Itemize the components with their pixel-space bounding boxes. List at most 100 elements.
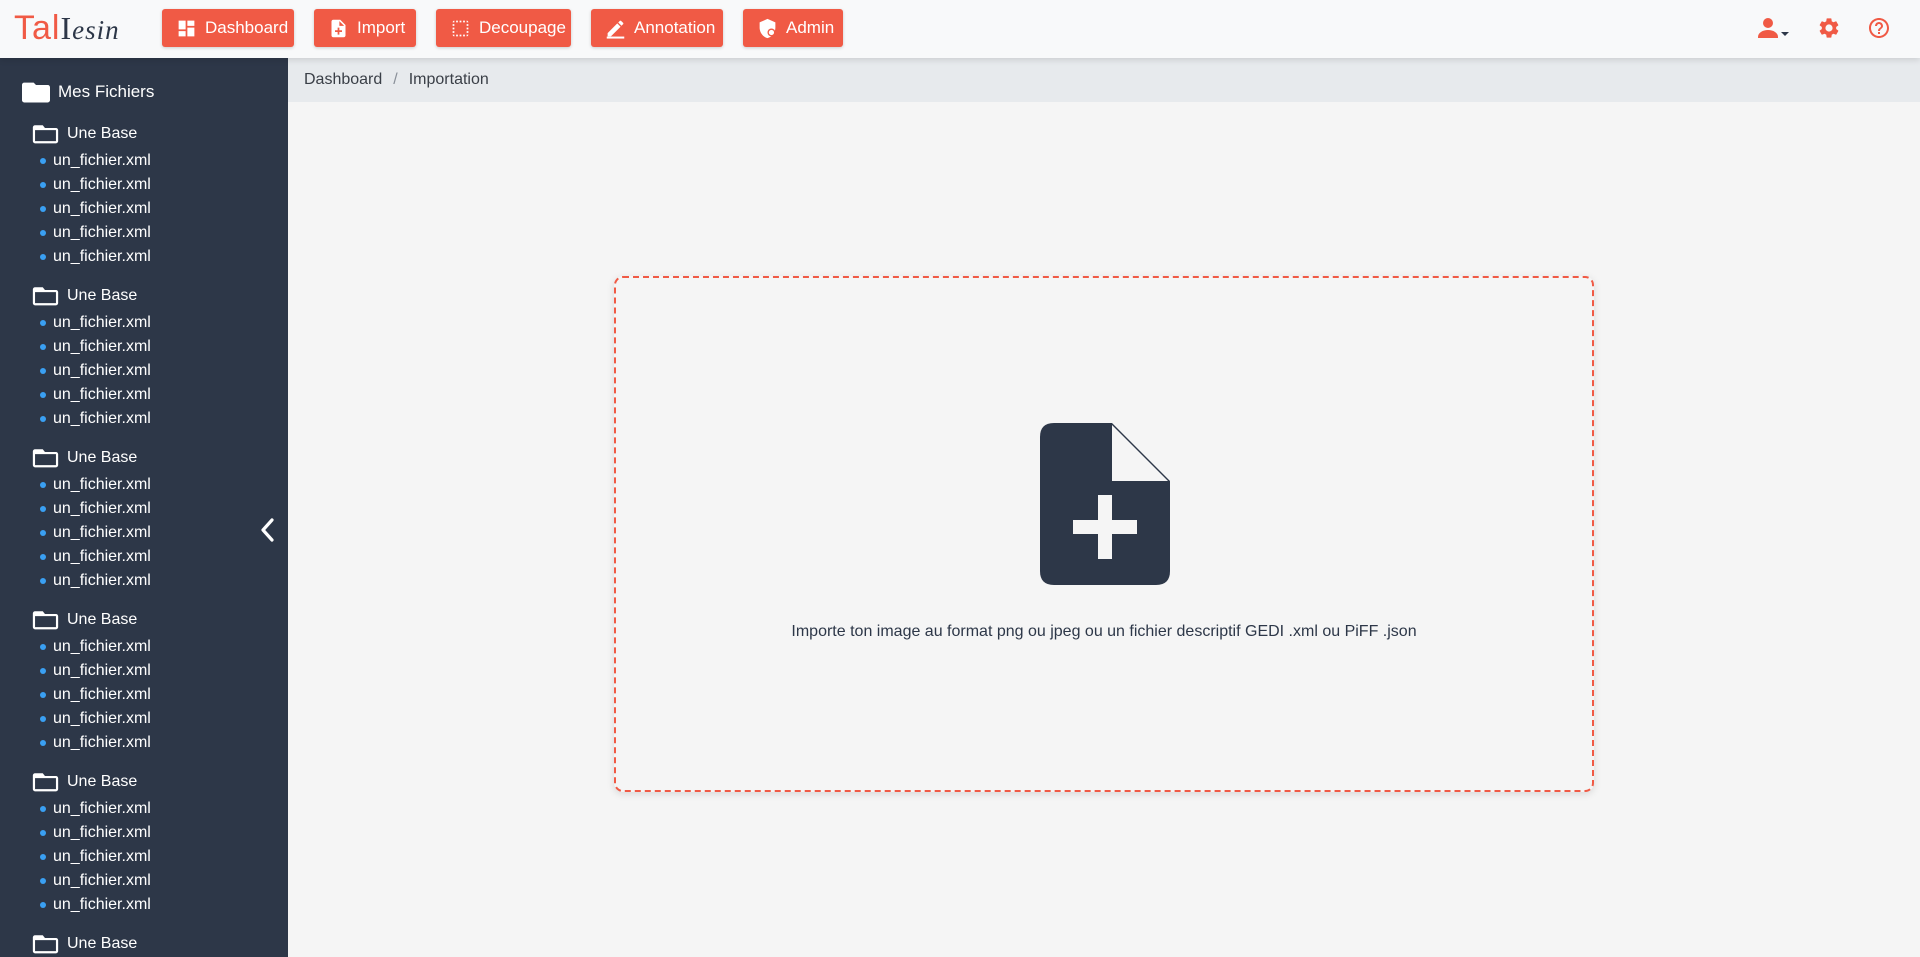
sidebar-file-item[interactable]: un_fichier.xml: [40, 709, 151, 729]
sidebar-root-mes-fichiers[interactable]: Mes Fichiers: [22, 78, 154, 106]
sidebar-folder[interactable]: Une Base: [32, 121, 137, 147]
admin-shield-icon: [759, 18, 776, 38]
sidebar-file-item[interactable]: un_fichier.xml: [40, 799, 151, 819]
sidebar-file-item[interactable]: un_fichier.xml: [40, 637, 151, 657]
logo-text-part2: Iesin: [60, 10, 120, 46]
sidebar-file-item[interactable]: un_fichier.xml: [40, 337, 151, 357]
sidebar-file-item[interactable]: un_fichier.xml: [40, 571, 151, 591]
sidebar-file-item[interactable]: un_fichier.xml: [40, 175, 151, 195]
sidebar-file-label: un_fichier.xml: [53, 176, 151, 193]
sidebar-folder-label: Une Base: [67, 773, 138, 790]
nav-decoupage-button[interactable]: Decoupage: [436, 9, 571, 47]
sidebar-file-item[interactable]: un_fichier.xml: [40, 247, 151, 267]
logo-text-part1: Tal: [14, 9, 61, 47]
folder-filled-icon: [22, 82, 50, 103]
sidebar-collapse-button[interactable]: [254, 514, 280, 546]
sidebar-file-label: un_fichier.xml: [53, 410, 151, 427]
file-bullet: [40, 392, 46, 398]
sidebar-file-label: un_fichier.xml: [53, 338, 151, 355]
sidebar-file-item[interactable]: un_fichier.xml: [40, 385, 151, 405]
file-bullet: [40, 716, 46, 722]
sidebar-file-item[interactable]: un_fichier.xml: [40, 547, 151, 567]
breadcrumb-separator: /: [393, 71, 398, 88]
nav-admin-button[interactable]: Admin: [743, 9, 843, 47]
crop-select-icon: [452, 20, 469, 36]
top-navbar: Tal Iesin Dashboard Import Decoupage Anno…: [0, 0, 1920, 58]
user-menu-button[interactable]: [1754, 13, 1792, 43]
file-bullet: [40, 230, 46, 236]
settings-button[interactable]: [1814, 13, 1844, 43]
folder-outline-icon: [32, 287, 59, 306]
file-bullet: [40, 902, 46, 908]
gear-icon: [1819, 18, 1839, 38]
file-sidebar: Mes Fichiers Une Base un_fichier.xml un_…: [0, 58, 288, 957]
breadcrumb-item-dashboard[interactable]: Dashboard: [304, 71, 382, 89]
chevron-left-icon: [261, 518, 274, 542]
sidebar-folder[interactable]: Une Base: [32, 769, 137, 795]
sidebar-file-label: un_fichier.xml: [53, 662, 151, 679]
nav-import-label: Import: [357, 18, 406, 37]
nav-dashboard-label: Dashboard: [205, 18, 289, 37]
file-bullet: [40, 206, 46, 212]
pencil-icon: [606, 20, 625, 39]
nav-decoupage-label: Decoupage: [479, 18, 566, 37]
sidebar-file-label: un_fichier.xml: [53, 710, 151, 727]
file-bullet: [40, 554, 46, 560]
sidebar-file-item[interactable]: un_fichier.xml: [40, 895, 151, 915]
file-bullet: [40, 416, 46, 422]
sidebar-file-label: un_fichier.xml: [53, 572, 151, 589]
nav-dashboard-button[interactable]: Dashboard: [162, 9, 294, 47]
file-plus-icon: [331, 19, 346, 37]
sidebar-file-item[interactable]: un_fichier.xml: [40, 685, 151, 705]
sidebar-file-item[interactable]: un_fichier.xml: [40, 847, 151, 867]
sidebar-file-item[interactable]: un_fichier.xml: [40, 523, 151, 543]
nav-annotation-label: Annotation: [634, 18, 716, 37]
nav-import-button[interactable]: Import: [314, 9, 416, 47]
folder-outline-icon: [32, 449, 59, 468]
sidebar-file-item[interactable]: un_fichier.xml: [40, 475, 151, 495]
sidebar-file-label: un_fichier.xml: [53, 638, 151, 655]
file-add-icon: [1040, 423, 1170, 585]
folder-outline-icon: [32, 611, 59, 630]
sidebar-folder[interactable]: Une Base: [32, 283, 137, 309]
sidebar-folder-label: Une Base: [67, 125, 138, 142]
sidebar-file-item[interactable]: un_fichier.xml: [40, 823, 151, 843]
file-drop-zone[interactable]: Importe ton image au format png ou jpeg …: [614, 276, 1594, 792]
sidebar-file-item[interactable]: un_fichier.xml: [40, 409, 151, 429]
sidebar-file-item[interactable]: un_fichier.xml: [40, 313, 151, 333]
sidebar-file-item[interactable]: un_fichier.xml: [40, 661, 151, 681]
sidebar-file-label: un_fichier.xml: [53, 386, 151, 403]
file-bullet: [40, 320, 46, 326]
sidebar-file-item[interactable]: un_fichier.xml: [40, 361, 151, 381]
file-bullet: [40, 806, 46, 812]
file-bullet: [40, 254, 46, 260]
breadcrumb-item-importation: Importation: [408, 71, 489, 88]
sidebar-folder[interactable]: Une Base: [32, 607, 137, 633]
nav-annotation-button[interactable]: Annotation: [591, 9, 723, 47]
sidebar-file-item[interactable]: un_fichier.xml: [40, 499, 151, 519]
file-bullet: [40, 506, 46, 512]
file-bullet: [40, 854, 46, 860]
file-bullet: [40, 692, 46, 698]
sidebar-folder[interactable]: Une Base: [32, 445, 137, 471]
sidebar-file-label: un_fichier.xml: [53, 524, 151, 541]
sidebar-file-item[interactable]: un_fichier.xml: [40, 199, 151, 219]
file-bullet: [40, 578, 46, 584]
file-bullet: [40, 182, 46, 188]
sidebar-file-label: un_fichier.xml: [53, 872, 151, 889]
folder-outline-icon: [32, 773, 59, 792]
sidebar-file-item[interactable]: un_fichier.xml: [40, 223, 151, 243]
sidebar-file-label: un_fichier.xml: [53, 800, 151, 817]
help-button[interactable]: [1864, 13, 1894, 43]
sidebar-folder-label: Une Base: [67, 611, 138, 628]
sidebar-file-label: un_fichier.xml: [53, 824, 151, 841]
file-bullet: [40, 644, 46, 650]
sidebar-file-label: un_fichier.xml: [53, 500, 151, 517]
sidebar-file-item[interactable]: un_fichier.xml: [40, 871, 151, 891]
sidebar-file-item[interactable]: un_fichier.xml: [40, 151, 151, 171]
sidebar-folder[interactable]: Une Base: [32, 931, 137, 957]
logo[interactable]: Tal Iesin: [14, 8, 120, 48]
sidebar-file-item[interactable]: un_fichier.xml: [40, 733, 151, 753]
sidebar-file-label: un_fichier.xml: [53, 548, 151, 565]
sidebar-file-label: un_fichier.xml: [53, 248, 151, 265]
